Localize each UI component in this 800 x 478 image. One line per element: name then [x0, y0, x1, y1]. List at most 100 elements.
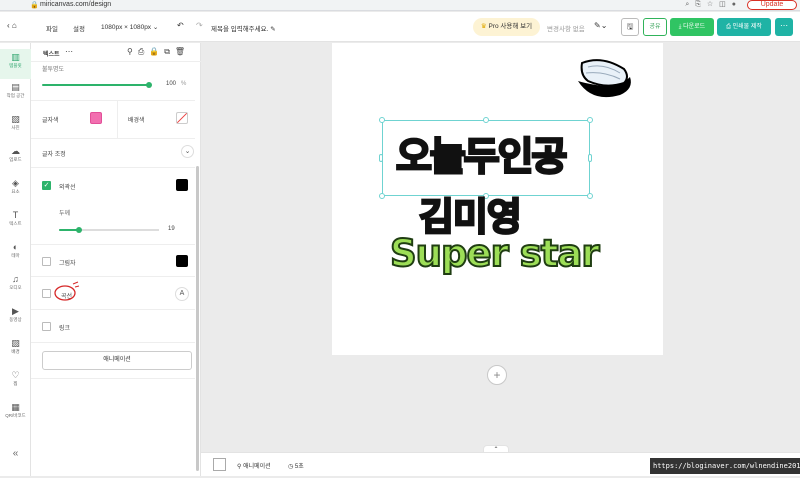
more-options-icon[interactable]: ⋯ — [775, 18, 793, 36]
font-color-swatch[interactable] — [90, 112, 102, 124]
panel-scrollbar[interactable] — [196, 166, 199, 471]
share-button[interactable]: 공유 — [643, 18, 667, 36]
curve-checkbox[interactable] — [42, 289, 51, 298]
back-home-icon[interactable]: ‹ ⌂ — [7, 21, 17, 30]
link-label: 링크 — [59, 326, 71, 332]
outline-color-swatch[interactable] — [176, 179, 188, 191]
undo-icon[interactable]: ↶ — [177, 21, 184, 30]
animation-toggle[interactable]: ⚲ 애니메이션 — [237, 461, 271, 470]
update-button[interactable]: Update — [747, 0, 797, 10]
rail-item-10[interactable]: ▨ 배경 — [0, 335, 31, 365]
curve-text-icon[interactable]: A — [175, 287, 189, 301]
thickness-slider-handle[interactable] — [76, 227, 82, 233]
panel-more-icon[interactable]: ⋯ — [65, 47, 73, 56]
rail-item-label: QR/바코드 — [5, 413, 26, 418]
divider — [31, 244, 195, 245]
panel-toolbar: 텍스트 ⋯ ⚲⎙🔒⧉🗑 — [31, 43, 201, 62]
text-property-panel: 텍스트 ⋯ ⚲⎙🔒⧉🗑 불투명도 100 % 글자색 배경색 글자 조정 ⌄ ✓… — [31, 43, 201, 476]
menu-file[interactable]: 파일 — [46, 23, 58, 33]
divider — [117, 101, 118, 139]
rail-item-5[interactable]: ◈ 요소 — [0, 175, 31, 205]
redo-icon[interactable]: ↷ — [196, 21, 203, 30]
url-bar[interactable]: miricanvas.com/design — [40, 1, 111, 8]
rail-item-label: 텍스트 — [9, 221, 22, 226]
browser-toolbar-icons[interactable]: ⌕⎘☆◫● — [685, 0, 742, 9]
shadow-color-swatch[interactable] — [176, 255, 188, 267]
letter-adjust-label: 글자 조정 — [42, 152, 66, 158]
duration-control[interactable]: ◷ 5초 — [288, 461, 304, 470]
add-page-button[interactable]: + — [487, 365, 507, 385]
panel-title: 텍스트 — [43, 52, 60, 58]
menu-settings[interactable]: 설정 — [73, 23, 85, 33]
resize-handle-nw[interactable] — [379, 117, 385, 123]
rail-item-11[interactable]: ♡ 찜 — [0, 367, 31, 397]
animation-button[interactable]: 애니메이션 — [42, 351, 192, 370]
rail-item-3[interactable]: ▧ 사진 — [0, 111, 31, 141]
pen-tool-icon[interactable]: ✎⌄ — [594, 21, 607, 30]
bg-color-label: 배경색 — [128, 118, 145, 124]
rail-item-12[interactable]: ▦ QR/바코드 — [0, 399, 31, 429]
font-color-label: 글자색 — [42, 118, 59, 124]
link-checkbox[interactable] — [42, 322, 51, 331]
rail-item-label: 업로드 — [9, 157, 22, 162]
left-rail: ▥ 템플릿 ▤ 작업 공간 ▧ 사진 ☁ 업로드 ◈ 요소 T 텍스트 ◐ 테마 ♫ 오디오 ▶ 동영상 ▨ 배경 ♡ 찜… — [0, 43, 31, 476]
resize-handle-sw[interactable] — [379, 193, 385, 199]
thickness-value: 19 — [168, 226, 175, 232]
rail-item-9[interactable]: ▶ 동영상 — [0, 303, 31, 333]
rail-item-1[interactable]: ▥ 템플릿 — [0, 49, 31, 79]
heart-icon: ♡ — [11, 370, 20, 380]
animation-icon: ⚲ — [237, 464, 242, 470]
resize-handle-e[interactable] — [588, 154, 592, 162]
resize-handle-n[interactable] — [483, 117, 489, 123]
face-mask-sticker[interactable] — [572, 55, 638, 105]
chevron-down-icon[interactable]: ⌄ — [181, 145, 194, 158]
download-button[interactable]: ⤓ 다운로드 — [670, 18, 714, 36]
rail-item-4[interactable]: ☁ 업로드 — [0, 143, 31, 173]
rail-item-label: 동영상 — [9, 317, 22, 322]
print-order-button[interactable]: ⎙ 인쇄물 제작 — [717, 18, 771, 36]
audio-icon: ♫ — [12, 274, 19, 284]
resize-handle-w[interactable] — [379, 154, 383, 162]
video-icon: ▶ — [12, 306, 19, 316]
rail-item-label: 템플릿 — [9, 63, 22, 68]
divider — [31, 378, 195, 379]
bg-color-swatch[interactable] — [176, 112, 188, 124]
rail-item-7[interactable]: ◐ 테마 — [0, 239, 31, 269]
canvas-size-dropdown[interactable]: 1080px × 1080px ⌄ — [101, 23, 158, 31]
headline-text-line3[interactable]: Super star — [389, 231, 601, 276]
collapse-rail-icon[interactable]: « — [0, 448, 31, 478]
rail-item-label: 찜 — [13, 381, 18, 386]
opacity-slider[interactable] — [42, 84, 149, 86]
panel-tool-icons[interactable]: ⚲⎙🔒⧉🗑 — [127, 47, 190, 57]
upload-icon: ☁ — [11, 146, 20, 156]
headline-text-line1[interactable]: 오늘두인공 — [395, 126, 569, 182]
rail-item-6[interactable]: T 텍스트 — [0, 207, 31, 237]
title-input[interactable]: 제목을 입력해주세요. ✎ — [211, 23, 276, 33]
clock-icon: ◷ — [288, 464, 294, 470]
rail-item-8[interactable]: ♫ 오디오 — [0, 271, 31, 301]
rail-item-label: 작업 공간 — [6, 93, 25, 98]
rail-item-label: 요소 — [11, 189, 20, 194]
save-icon[interactable]: 🖫 — [621, 18, 639, 36]
opacity-slider-handle[interactable] — [146, 82, 152, 88]
outline-label: 외곽선 — [59, 185, 76, 191]
divider — [31, 167, 195, 168]
outline-checkbox[interactable]: ✓ — [42, 181, 51, 190]
resize-handle-se[interactable] — [587, 193, 593, 199]
rail-item-2[interactable]: ▤ 작업 공간 — [0, 79, 31, 109]
rail-item-label: 배경 — [11, 349, 20, 354]
red-annotation-circle — [54, 281, 80, 301]
page-thumbnail[interactable] — [213, 458, 226, 471]
qr-icon: ▦ — [11, 402, 20, 412]
theme-icon: ◐ — [12, 242, 19, 252]
blog-watermark: https://bloginaver.com/wlnendine2017 — [650, 458, 800, 474]
pro-trial-button[interactable]: ♛ Pro 사용해 보기 — [473, 18, 540, 36]
template-icon: ▥ — [11, 52, 20, 62]
thickness-label: 두께 — [59, 211, 71, 217]
workspace-icon: ▤ — [11, 82, 20, 92]
rail-item-label: 오디오 — [9, 285, 22, 290]
pencil-icon: ✎ — [270, 26, 276, 33]
crown-icon: ♛ — [480, 23, 487, 30]
shadow-checkbox[interactable] — [42, 257, 51, 266]
resize-handle-ne[interactable] — [587, 117, 593, 123]
